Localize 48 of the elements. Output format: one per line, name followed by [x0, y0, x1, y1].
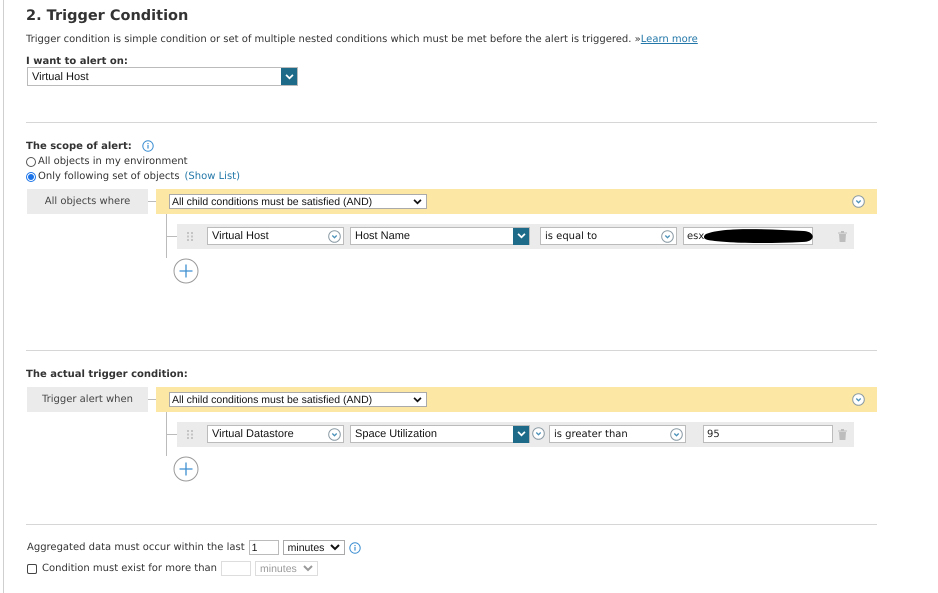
info-icon[interactable] — [349, 542, 362, 554]
chevron-circle-icon[interactable] — [328, 428, 341, 440]
value-field[interactable]: 95 — [703, 425, 833, 443]
time-field[interactable]: 1 — [248, 540, 279, 555]
radio-label: All objects in my environment — [38, 156, 188, 167]
comparison-select[interactable]: is equal to — [540, 227, 677, 245]
chevron-circle-icon[interactable] — [661, 230, 674, 242]
add-icon[interactable] — [173, 258, 199, 284]
section-label: The actual trigger condition: — [26, 369, 189, 380]
operator-select[interactable]: All child conditions must be satisfied (AND) — [169, 392, 427, 407]
object-select[interactable]: Virtual Host — [207, 227, 344, 245]
chevron-circle-icon[interactable] — [328, 230, 341, 242]
comparison-select[interactable]: is greater than — [549, 425, 686, 443]
radio-button[interactable] — [26, 156, 36, 166]
group-label: Trigger alert when — [27, 387, 148, 412]
learn-more-link[interactable]: Learn more — [640, 34, 698, 45]
field-select[interactable]: Host Name — [350, 227, 530, 245]
value-field[interactable]: esx — [683, 227, 813, 245]
chevron-circle-icon[interactable] — [670, 428, 683, 440]
chevron-down-icon — [284, 74, 294, 80]
description-text: Trigger condition is simple condition or set of multiple nested conditions which must be met before the alert is triggered. »Learn more — [26, 34, 699, 45]
operator-select[interactable]: All child conditions must be satisfied (AND) — [169, 194, 427, 209]
alert-on-select[interactable]: Virtual Host — [27, 67, 298, 86]
drag-handle-icon[interactable] — [187, 232, 193, 240]
field-select[interactable]: Space Utilization — [350, 425, 530, 443]
info-icon[interactable] — [142, 140, 154, 152]
show-list-link[interactable]: (Show List) — [184, 171, 240, 182]
collapse-icon[interactable] — [852, 393, 865, 406]
group-label: All objects where — [27, 189, 148, 214]
chevron-down-icon — [516, 431, 526, 437]
unit-select[interactable]: minutes — [282, 540, 346, 555]
object-select[interactable]: Virtual Datastore — [207, 425, 344, 443]
chevron-down-icon — [413, 198, 422, 204]
chevron-down-icon — [330, 544, 340, 551]
chevron-circle-icon[interactable] — [532, 426, 545, 440]
chevron-down-icon — [516, 233, 526, 239]
aggregation-label: Aggregated data must occur within the last — [27, 542, 245, 553]
checkbox-label: Condition must exist for more than — [42, 563, 218, 574]
section-title: 2. Trigger Condition — [26, 7, 190, 24]
collapse-icon[interactable] — [852, 195, 865, 208]
radio-label: Only following set of objects — [38, 171, 180, 182]
chevron-down-icon — [302, 565, 313, 572]
radio-button[interactable] — [26, 172, 36, 182]
field-label: I want to alert on: — [26, 56, 129, 67]
add-icon[interactable] — [173, 456, 199, 482]
drag-handle-icon[interactable] — [187, 430, 193, 438]
chevron-down-icon — [413, 396, 422, 402]
section-label: The scope of alert: — [26, 140, 132, 152]
